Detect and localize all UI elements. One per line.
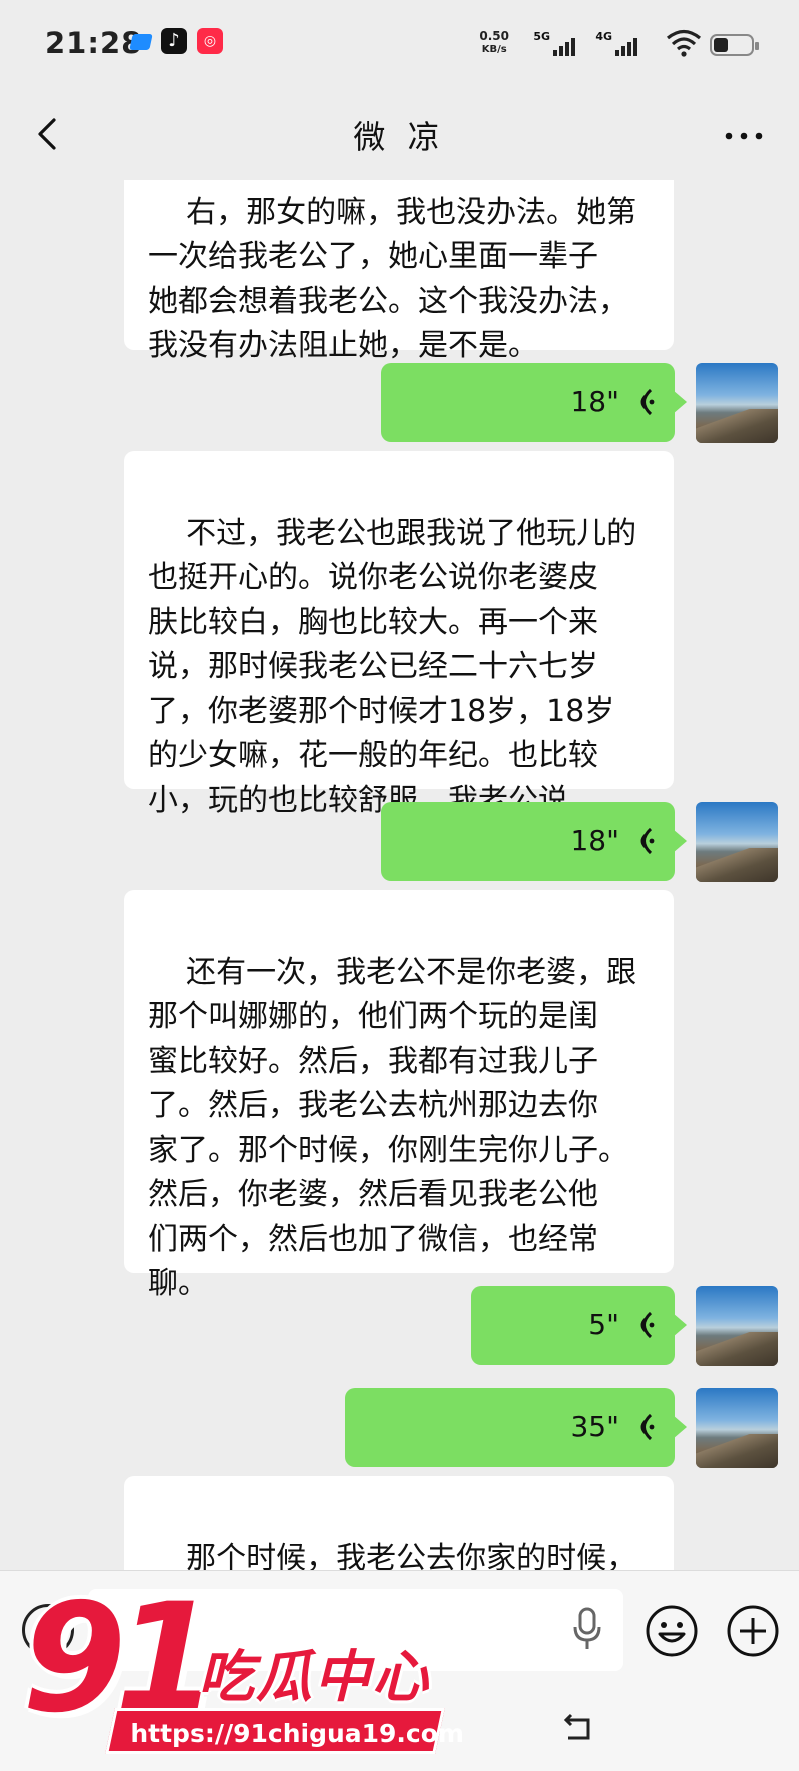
network-speed-unit: KB/s [481,44,507,55]
voice-wave-icon [640,1413,655,1441]
cloud-app-icon [129,34,153,50]
voice-duration: 35" [570,1410,619,1443]
network-speed-value: 0.50 [479,29,509,43]
watermark-name: 吃瓜中心 [198,1645,430,1710]
message-text: 那个时候，我老公去你家的时候， 是那一个就是你老婆的闺蜜叫娜娜 [186,1540,637,1571]
wifi-icon [666,29,702,57]
red-app-icon: ◎ [197,28,223,54]
signal-5g-icon: 5G [533,30,575,56]
signal-4g-label: 4G [595,30,612,43]
tiktok-icon: ♪ [161,28,187,54]
message-text: 不过，我老公也跟我说了他玩儿的 也挺开心的。说你老公说你老婆皮 肤比较白，胸也比… [148,515,637,818]
plus-icon[interactable] [726,1604,780,1658]
chat-message-list[interactable]: 右，那女的嘛，我也没办法。她第 一次给我老公了，她心里面一辈子 她都会想着我老公… [0,180,799,1570]
signal-5g-label: 5G [533,30,550,43]
notification-icons: ♪ ◎ [129,28,223,54]
voice-wave-icon [640,1311,655,1339]
battery-icon [710,34,759,56]
chat-title: 微 凉 [353,118,446,156]
voice-wave-icon [640,827,655,855]
voice-duration: 18" [570,385,619,418]
avatar[interactable] [696,363,778,443]
mic-icon[interactable] [572,1607,602,1651]
avatar[interactable] [696,1388,778,1468]
signal-4g-icon: 4G [595,30,637,56]
emoji-icon[interactable] [645,1604,699,1658]
status-time: 21:28 [45,26,143,60]
status-bar: 21:28 ♪ ◎ 0.50 KB/s 5G 4G [0,0,799,88]
outgoing-voice-message[interactable]: 35" [345,1388,687,1467]
watermark-logo: 91 吃瓜中心 https://91chigua19.com [18,1584,464,1765]
incoming-message[interactable]: 那个时候，我老公去你家的时候， 是那一个就是你老婆的闺蜜叫娜娜 [124,1476,674,1570]
avatar[interactable] [696,802,778,882]
voice-duration: 18" [570,824,619,857]
voice-duration: 5" [588,1308,619,1341]
voice-wave-icon [640,388,655,416]
chat-header: 微 凉 [0,88,799,180]
outgoing-voice-message[interactable]: 18" [381,363,687,442]
message-text: 右，那女的嘛，我也没办法。她第 一次给我老公了，她心里面一辈子 她都会想着我老公… [148,194,637,364]
message-text: 还有一次，我老公不是你老婆，跟 那个叫娜娜的，他们两个玩的是闺 蜜比较好。然后，… [148,954,637,1302]
more-dots-icon[interactable] [719,114,769,154]
avatar[interactable] [696,1286,778,1366]
network-speed: 0.50 KB/s [479,30,509,56]
watermark-url: https://91chigua19.com [105,1708,464,1754]
incoming-message[interactable]: 还有一次，我老公不是你老婆，跟 那个叫娜娜的，他们两个玩的是闺 蜜比较好。然后，… [124,890,674,1301]
outgoing-voice-message[interactable]: 18" [381,802,687,881]
watermark-url-text: https://91chigua19.com [130,1719,464,1748]
outgoing-voice-message[interactable]: 5" [471,1286,687,1365]
incoming-message[interactable]: 右，那女的嘛，我也没办法。她第 一次给我老公了，她心里面一辈子 她都会想着我老公… [124,180,674,363]
incoming-message[interactable]: 不过，我老公也跟我说了他玩儿的 也挺开心的。说你老公说你老婆皮 肤比较白，胸也比… [124,451,674,818]
system-back-icon[interactable] [558,1708,598,1748]
